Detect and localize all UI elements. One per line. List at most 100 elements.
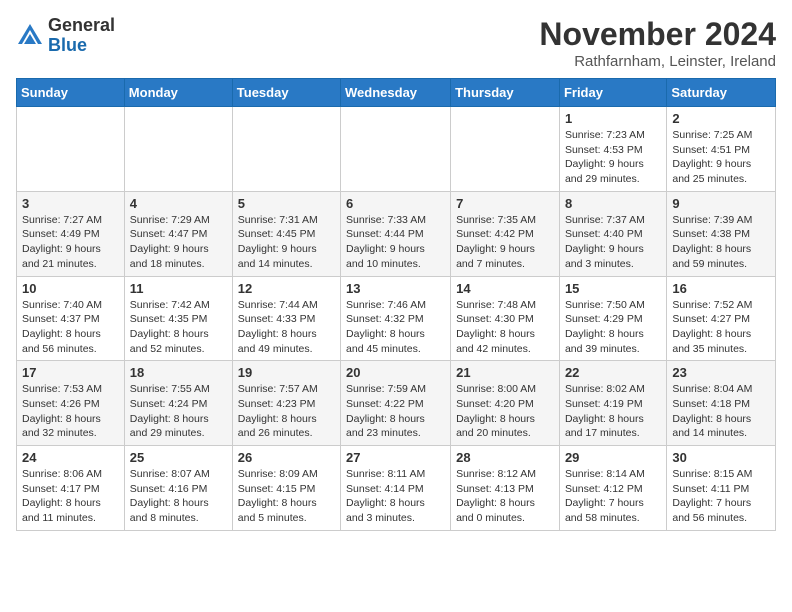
day-info: Sunrise: 8:00 AM Sunset: 4:20 PM Dayligh… — [456, 382, 554, 441]
day-cell: 25 Sunrise: 8:07 AM Sunset: 4:16 PM Dayli… — [124, 446, 232, 531]
column-header-thursday: Thursday — [451, 79, 560, 107]
day-number: 17 — [22, 365, 119, 380]
logo-general: General — [48, 16, 115, 36]
day-number: 23 — [672, 365, 770, 380]
day-cell: 10 Sunrise: 7:40 AM Sunset: 4:37 PM Dayli… — [17, 276, 125, 361]
day-number: 10 — [22, 281, 119, 296]
day-cell: 7 Sunrise: 7:35 AM Sunset: 4:42 PM Daylig… — [451, 191, 560, 276]
day-number: 2 — [672, 111, 770, 126]
day-info: Sunrise: 8:02 AM Sunset: 4:19 PM Dayligh… — [565, 382, 661, 441]
day-info: Sunrise: 7:50 AM Sunset: 4:29 PM Dayligh… — [565, 298, 661, 357]
calendar-header-row: SundayMondayTuesdayWednesdayThursdayFrid… — [17, 79, 776, 107]
day-cell: 23 Sunrise: 8:04 AM Sunset: 4:18 PM Dayli… — [667, 361, 776, 446]
title-section: November 2024 Rathfarnham, Leinster, Ire… — [539, 16, 776, 70]
day-number: 25 — [130, 450, 227, 465]
day-number: 11 — [130, 281, 227, 296]
week-row-3: 10 Sunrise: 7:40 AM Sunset: 4:37 PM Dayli… — [17, 276, 776, 361]
column-header-tuesday: Tuesday — [232, 79, 340, 107]
day-cell: 11 Sunrise: 7:42 AM Sunset: 4:35 PM Dayli… — [124, 276, 232, 361]
day-cell: 19 Sunrise: 7:57 AM Sunset: 4:23 PM Dayli… — [232, 361, 340, 446]
day-info: Sunrise: 8:14 AM Sunset: 4:12 PM Dayligh… — [565, 467, 661, 526]
day-number: 6 — [346, 196, 445, 211]
day-info: Sunrise: 8:15 AM Sunset: 4:11 PM Dayligh… — [672, 467, 770, 526]
day-cell: 20Sunrise: 7:59 AM Sunset: 4:22 PM Dayli… — [341, 361, 451, 446]
week-row-4: 17Sunrise: 7:53 AM Sunset: 4:26 PM Dayli… — [17, 361, 776, 446]
day-number: 14 — [456, 281, 554, 296]
day-number: 16 — [672, 281, 770, 296]
day-cell: 9Sunrise: 7:39 AM Sunset: 4:38 PM Daylig… — [667, 191, 776, 276]
day-info: Sunrise: 7:35 AM Sunset: 4:42 PM Dayligh… — [456, 213, 554, 272]
day-info: Sunrise: 7:48 AM Sunset: 4:30 PM Dayligh… — [456, 298, 554, 357]
month-title: November 2024 — [539, 16, 776, 53]
day-info: Sunrise: 7:46 AM Sunset: 4:32 PM Dayligh… — [346, 298, 445, 357]
day-cell: 28Sunrise: 8:12 AM Sunset: 4:13 PM Dayli… — [451, 446, 560, 531]
day-cell: 6 Sunrise: 7:33 AM Sunset: 4:44 PM Daylig… — [341, 191, 451, 276]
day-cell: 4 Sunrise: 7:29 AM Sunset: 4:47 PM Daylig… — [124, 191, 232, 276]
logo-text: General Blue — [48, 16, 115, 56]
calendar-table: SundayMondayTuesdayWednesdayThursdayFrid… — [16, 78, 776, 531]
day-cell: 13 Sunrise: 7:46 AM Sunset: 4:32 PM Dayli… — [341, 276, 451, 361]
day-number: 1 — [565, 111, 661, 126]
day-info: Sunrise: 7:40 AM Sunset: 4:37 PM Dayligh… — [22, 298, 119, 357]
day-cell: 30 Sunrise: 8:15 AM Sunset: 4:11 PM Dayli… — [667, 446, 776, 531]
day-info: Sunrise: 7:29 AM Sunset: 4:47 PM Dayligh… — [130, 213, 227, 272]
day-number: 12 — [238, 281, 335, 296]
day-info: Sunrise: 7:57 AM Sunset: 4:23 PM Dayligh… — [238, 382, 335, 441]
day-number: 26 — [238, 450, 335, 465]
day-number: 29 — [565, 450, 661, 465]
day-info: Sunrise: 7:42 AM Sunset: 4:35 PM Dayligh… — [130, 298, 227, 357]
day-info: Sunrise: 7:59 AM Sunset: 4:22 PM Dayligh… — [346, 382, 445, 441]
day-number: 30 — [672, 450, 770, 465]
day-number: 18 — [130, 365, 227, 380]
day-number: 7 — [456, 196, 554, 211]
day-info: Sunrise: 8:09 AM Sunset: 4:15 PM Dayligh… — [238, 467, 335, 526]
column-header-friday: Friday — [559, 79, 666, 107]
day-number: 19 — [238, 365, 335, 380]
day-info: Sunrise: 8:07 AM Sunset: 4:16 PM Dayligh… — [130, 467, 227, 526]
day-cell: 14 Sunrise: 7:48 AM Sunset: 4:30 PM Dayli… — [451, 276, 560, 361]
day-cell — [124, 107, 232, 192]
day-cell: 1 Sunrise: 7:23 AM Sunset: 4:53 PM Daylig… — [559, 107, 666, 192]
day-number: 13 — [346, 281, 445, 296]
day-number: 24 — [22, 450, 119, 465]
day-cell: 15 Sunrise: 7:50 AM Sunset: 4:29 PM Dayli… — [559, 276, 666, 361]
day-number: 5 — [238, 196, 335, 211]
day-info: Sunrise: 8:06 AM Sunset: 4:17 PM Dayligh… — [22, 467, 119, 526]
day-cell: 21 Sunrise: 8:00 AM Sunset: 4:20 PM Dayli… — [451, 361, 560, 446]
week-row-1: 1 Sunrise: 7:23 AM Sunset: 4:53 PM Daylig… — [17, 107, 776, 192]
day-cell: 22 Sunrise: 8:02 AM Sunset: 4:19 PM Dayli… — [559, 361, 666, 446]
day-cell: 5 Sunrise: 7:31 AM Sunset: 4:45 PM Daylig… — [232, 191, 340, 276]
column-header-saturday: Saturday — [667, 79, 776, 107]
day-number: 27 — [346, 450, 445, 465]
day-cell: 26 Sunrise: 8:09 AM Sunset: 4:15 PM Dayli… — [232, 446, 340, 531]
day-cell: 3Sunrise: 7:27 AM Sunset: 4:49 PM Daylig… — [17, 191, 125, 276]
day-cell — [341, 107, 451, 192]
location-subtitle: Rathfarnham, Leinster, Ireland — [539, 53, 776, 70]
logo: General Blue — [16, 16, 115, 56]
logo-icon — [16, 22, 44, 50]
day-number: 21 — [456, 365, 554, 380]
day-info: Sunrise: 7:52 AM Sunset: 4:27 PM Dayligh… — [672, 298, 770, 357]
day-info: Sunrise: 7:27 AM Sunset: 4:49 PM Dayligh… — [22, 213, 119, 272]
week-row-2: 3Sunrise: 7:27 AM Sunset: 4:49 PM Daylig… — [17, 191, 776, 276]
day-info: Sunrise: 7:33 AM Sunset: 4:44 PM Dayligh… — [346, 213, 445, 272]
column-header-sunday: Sunday — [17, 79, 125, 107]
day-info: Sunrise: 8:04 AM Sunset: 4:18 PM Dayligh… — [672, 382, 770, 441]
day-cell — [451, 107, 560, 192]
day-cell: 12Sunrise: 7:44 AM Sunset: 4:33 PM Dayli… — [232, 276, 340, 361]
day-number: 9 — [672, 196, 770, 211]
column-header-wednesday: Wednesday — [341, 79, 451, 107]
day-info: Sunrise: 7:31 AM Sunset: 4:45 PM Dayligh… — [238, 213, 335, 272]
day-info: Sunrise: 8:12 AM Sunset: 4:13 PM Dayligh… — [456, 467, 554, 526]
day-cell: 17Sunrise: 7:53 AM Sunset: 4:26 PM Dayli… — [17, 361, 125, 446]
header: General Blue November 2024 Rathfarnham, … — [16, 16, 776, 70]
day-cell: 24 Sunrise: 8:06 AM Sunset: 4:17 PM Dayli… — [17, 446, 125, 531]
day-info: Sunrise: 7:37 AM Sunset: 4:40 PM Dayligh… — [565, 213, 661, 272]
week-row-5: 24 Sunrise: 8:06 AM Sunset: 4:17 PM Dayli… — [17, 446, 776, 531]
logo-blue: Blue — [48, 36, 115, 56]
day-number: 15 — [565, 281, 661, 296]
day-number: 4 — [130, 196, 227, 211]
day-number: 8 — [565, 196, 661, 211]
day-info: Sunrise: 7:23 AM Sunset: 4:53 PM Dayligh… — [565, 128, 661, 187]
day-number: 22 — [565, 365, 661, 380]
